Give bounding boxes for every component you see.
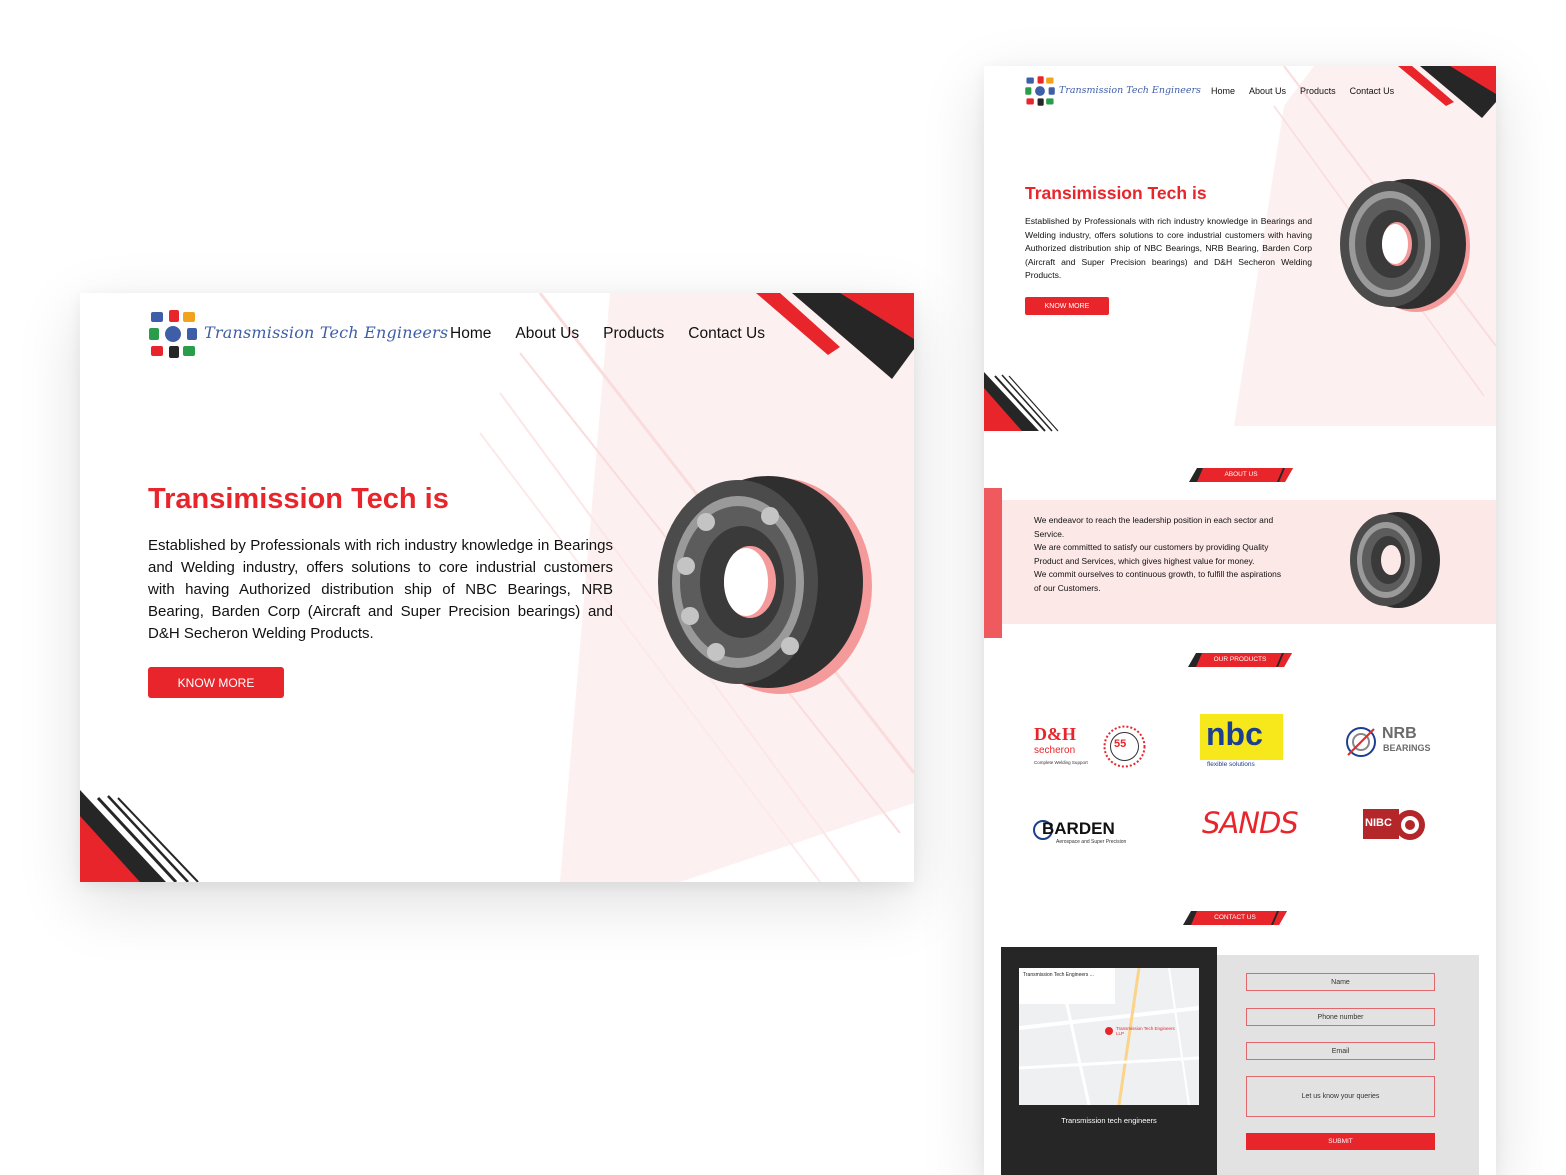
ball-bearing-image-about [1350, 512, 1440, 608]
contact-section-tag: CONTACT US [1183, 910, 1287, 925]
nav-about-link[interactable]: About Us [515, 325, 579, 343]
nrb-name: NRB [1382, 725, 1417, 742]
about-line-2: We are committed to satisfy our customer… [1034, 542, 1269, 566]
nav-home-link[interactable]: Home [1211, 86, 1235, 96]
about-line-1: We endeavor to reach the leadership posi… [1034, 515, 1274, 539]
nibc-name: NIBC [1365, 817, 1392, 829]
hero-title-small: Transimission Tech is [1025, 183, 1207, 203]
company-logo-icon[interactable] [147, 308, 199, 360]
nrb-sub: BEARINGS [1383, 743, 1431, 753]
products-tag-label: OUR PRODUCTS [1213, 655, 1267, 663]
email-input[interactable]: Email [1246, 1042, 1435, 1060]
sands-name: SANDS [1202, 806, 1299, 840]
dh-name: D&H [1034, 724, 1076, 744]
hero-description-small: Established by Professionals with rich i… [1025, 216, 1312, 280]
nbc-tagline: flexible solutions [1207, 761, 1255, 768]
brand-nibc[interactable]: NIBC [1363, 807, 1431, 843]
ball-bearing-image-small [1340, 179, 1470, 312]
company-logo-text-small[interactable]: Transmission Tech Engineers [1059, 85, 1201, 96]
desktop-mockup: Transmission Tech Engineers Home About U… [80, 293, 914, 882]
about-text: We endeavor to reach the leadership posi… [1034, 514, 1289, 596]
phone-input[interactable]: Phone number [1246, 1008, 1435, 1026]
main-nav: Home About Us Products Contact Us [450, 325, 789, 343]
know-more-button-small[interactable]: KNOW MORE [1025, 297, 1109, 315]
dh-sub: secheron [1034, 745, 1076, 756]
nav-contact-link[interactable]: Contact Us [1350, 86, 1395, 96]
ball-bearing-image [658, 476, 872, 694]
about-us-section-tag: ABOUT US [1189, 467, 1293, 482]
nav-home-link[interactable]: Home [450, 325, 491, 343]
barden-tagline: Aerospace and Super Precision [1056, 839, 1127, 845]
map-caption: Transmission tech engineers [1061, 1116, 1157, 1125]
hero-description: Established by Professionals with rich i… [148, 537, 613, 642]
location-map[interactable]: Transmission Tech Engineers ... Transmis… [1019, 968, 1199, 1105]
brand-nrb[interactable]: NRB BEARINGS [1344, 724, 1444, 760]
map-place-title: Transmission Tech Engineers ... [1023, 972, 1094, 978]
nav-products-link[interactable]: Products [1300, 86, 1336, 96]
query-textarea[interactable]: Let us know your queries [1246, 1076, 1435, 1117]
brand-sands[interactable]: SANDS [1202, 806, 1299, 846]
name-input[interactable]: Name [1246, 973, 1435, 991]
nibc-bearing-icon [1395, 810, 1425, 840]
company-logo-text[interactable]: Transmission Tech Engineers [204, 323, 448, 342]
nav-contact-link[interactable]: Contact Us [688, 325, 765, 343]
know-more-button[interactable]: KNOW MORE [148, 667, 284, 698]
dh-badge: 55 [1114, 738, 1127, 750]
nrb-logo-icon [1346, 727, 1376, 757]
nav-products-link[interactable]: Products [603, 325, 664, 343]
dh-tagline: Complete Welding Support [1034, 760, 1088, 765]
brand-dh-secheron[interactable]: D&H secheron Complete Welding Support 55 [1034, 724, 1149, 774]
barden-name: BARDEN [1042, 819, 1115, 838]
brand-barden[interactable]: BARDEN Aerospace and Super Precision [1032, 818, 1147, 848]
brand-nbc[interactable]: nbc flexible solutions [1200, 714, 1284, 770]
nav-about-link[interactable]: About Us [1249, 86, 1286, 96]
nbc-name: nbc [1206, 716, 1263, 752]
products-section-tag: OUR PRODUCTS [1188, 652, 1292, 667]
hero-title: Transimission Tech is [148, 483, 449, 515]
map-pin-label: Transmission Tech Engineers LLP [1116, 1026, 1175, 1036]
contact-tag-label: CONTACT US [1214, 913, 1256, 921]
fullpage-mockup: Transmission Tech Engineers Home About U… [984, 66, 1496, 1175]
submit-button[interactable]: SUBMIT [1246, 1133, 1435, 1150]
main-nav-small: Home About Us Products Contact Us [1211, 86, 1408, 96]
company-logo-icon-small[interactable] [1024, 75, 1056, 107]
about-us-tag-label: ABOUT US [1224, 470, 1258, 478]
about-line-3: We commit ourselves to continuous growth… [1034, 569, 1282, 593]
